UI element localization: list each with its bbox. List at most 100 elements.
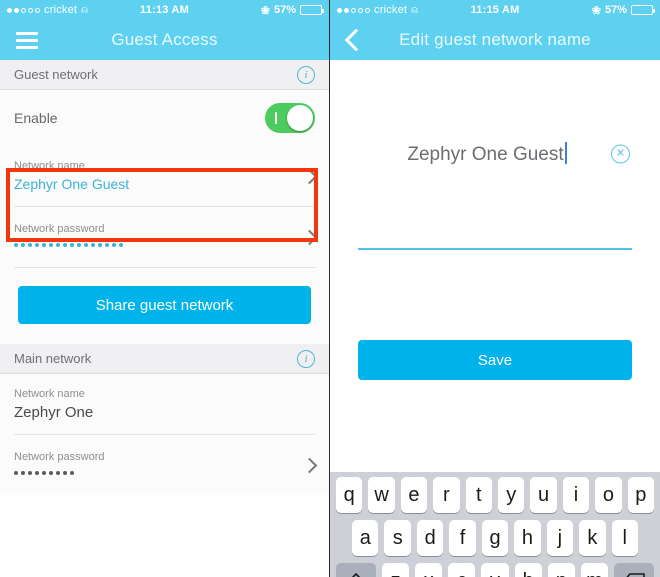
- key-z[interactable]: z: [382, 563, 410, 577]
- signal-strength-icon: [337, 7, 370, 13]
- key-g[interactable]: g: [481, 520, 509, 556]
- right-phone-screen: cricket ⍝ 11:15 AM ❀ 57% Edit guest netw…: [330, 0, 660, 577]
- main-network-name-value: Zephyr One: [14, 403, 94, 421]
- list-divider: [14, 267, 315, 268]
- status-bar-right: ❀ 57%: [591, 4, 655, 17]
- section-header-guest-network: Guest network i: [0, 60, 329, 90]
- network-name-input-wrap[interactable]: Zephyr One Guest ✕: [358, 132, 632, 176]
- status-bar-left: cricket ⍝: [7, 4, 88, 16]
- keyboard-row-2: asdfghjkl: [333, 520, 657, 556]
- key-f[interactable]: f: [449, 520, 476, 556]
- keyboard-row-1: qwertyuiop: [333, 477, 657, 513]
- carrier-label: cricket: [374, 4, 408, 16]
- signal-strength-icon: [7, 7, 40, 13]
- main-network-password-label: Network password: [14, 451, 105, 463]
- guest-name-labels: Network name Zephyr One Guest: [14, 160, 129, 192]
- network-name-input[interactable]: Zephyr One Guest: [358, 142, 632, 166]
- key-q[interactable]: q: [335, 477, 363, 513]
- row-guest-network-password[interactable]: Network password: [0, 207, 329, 267]
- key-r[interactable]: r: [433, 477, 460, 513]
- info-icon[interactable]: i: [297, 349, 315, 368]
- key-i[interactable]: i: [562, 477, 590, 513]
- wifi-icon: ⍝: [81, 3, 88, 16]
- section-title: Guest network: [14, 67, 98, 82]
- key-y[interactable]: y: [498, 477, 525, 513]
- info-icon[interactable]: i: [297, 65, 315, 84]
- key-b[interactable]: b: [514, 563, 542, 577]
- status-bar: cricket ⍝ 11:15 AM ❀ 57%: [330, 0, 660, 20]
- guest-password-masked-value: [14, 239, 123, 251]
- battery-icon: [300, 5, 324, 15]
- main-password-masked-value: [14, 467, 104, 479]
- guest-network-name-value: Zephyr One Guest: [14, 176, 130, 192]
- key-d[interactable]: d: [416, 520, 444, 556]
- hamburger-menu-icon[interactable]: [16, 31, 38, 49]
- key-v[interactable]: v: [481, 563, 509, 577]
- screenshot-stage: cricket ⍝ 11:13 AM ❀ 57% Guest Access Gu…: [0, 0, 660, 577]
- key-c[interactable]: c: [448, 563, 476, 577]
- enable-toggle-switch[interactable]: [265, 103, 315, 133]
- main-name-labels: Network name Zephyr One: [14, 388, 93, 421]
- key-l[interactable]: l: [611, 520, 638, 556]
- back-chevron-icon[interactable]: [344, 28, 368, 52]
- key-x[interactable]: x: [415, 563, 443, 577]
- key-u[interactable]: u: [530, 477, 557, 513]
- key-a[interactable]: a: [352, 520, 379, 556]
- on-screen-keyboard: qwertyuiop asdfghjkl zxcvbnm 123: [330, 472, 660, 577]
- section-title: Main network: [14, 351, 92, 366]
- main-network-list: Network name Zephyr One Network password: [0, 374, 329, 495]
- backspace-key-icon[interactable]: [614, 563, 654, 577]
- guest-network-password-label: Network password: [14, 223, 105, 235]
- left-phone-screen: cricket ⍝ 11:13 AM ❀ 57% Guest Access Gu…: [0, 0, 330, 577]
- section-header-main-network: Main network i: [0, 344, 329, 374]
- bluetooth-icon: ❀: [591, 4, 601, 17]
- guest-network-name-label: Network name: [14, 160, 85, 172]
- chevron-right-icon[interactable]: [301, 457, 318, 473]
- battery-icon: [631, 5, 655, 15]
- page-title: Edit guest network name: [399, 30, 591, 49]
- row-enable-guest-network[interactable]: Enable: [0, 90, 329, 146]
- status-bar-left: cricket ⍝: [337, 4, 418, 16]
- key-o[interactable]: o: [595, 477, 622, 513]
- wifi-icon: ⍝: [411, 3, 418, 16]
- row-main-network-password[interactable]: Network password: [0, 435, 329, 495]
- key-t[interactable]: t: [465, 477, 492, 513]
- save-button[interactable]: Save: [358, 340, 632, 380]
- page-title: Guest Access: [111, 30, 218, 49]
- edit-screen-body: Zephyr One Guest ✕ Save qwertyuiop asdfg…: [330, 132, 660, 577]
- share-guest-network-button[interactable]: Share guest network: [18, 286, 311, 324]
- clear-circle-x-icon[interactable]: ✕: [611, 144, 630, 164]
- enable-label: Enable: [14, 110, 58, 126]
- keyboard-row-3: zxcvbnm: [333, 563, 657, 577]
- keyboard-row-3-letters: zxcvbnm: [379, 563, 611, 577]
- key-h[interactable]: h: [514, 520, 541, 556]
- guest-network-list: Enable Network name Zephyr One Guest Net…: [0, 90, 329, 344]
- input-underline: [358, 248, 632, 250]
- chevron-right-icon[interactable]: [301, 168, 318, 184]
- battery-percent-label: 57%: [604, 4, 627, 16]
- main-network-name-label: Network name: [14, 387, 85, 400]
- nav-bar: Guest Access: [0, 20, 329, 60]
- guest-password-labels: Network password: [14, 223, 123, 251]
- network-name-input-value: Zephyr One Guest: [407, 144, 564, 165]
- chevron-right-icon[interactable]: [301, 229, 318, 245]
- key-n[interactable]: n: [547, 563, 575, 577]
- key-m[interactable]: m: [580, 563, 608, 577]
- key-e[interactable]: e: [400, 477, 428, 513]
- key-p[interactable]: p: [627, 477, 655, 513]
- key-j[interactable]: j: [546, 520, 574, 556]
- main-password-labels: Network password: [14, 451, 104, 479]
- nav-bar: Edit guest network name: [330, 20, 660, 60]
- key-w[interactable]: w: [368, 477, 395, 513]
- shift-key-icon[interactable]: [336, 563, 376, 577]
- battery-percent-label: 57%: [273, 4, 296, 16]
- text-cursor: [564, 142, 567, 164]
- key-s[interactable]: s: [384, 520, 411, 556]
- carrier-label: cricket: [44, 4, 78, 16]
- key-k[interactable]: k: [579, 520, 606, 556]
- status-bar: cricket ⍝ 11:13 AM ❀ 57%: [0, 0, 329, 20]
- row-main-network-name: Network name Zephyr One: [0, 374, 329, 434]
- status-bar-right: ❀ 57%: [261, 4, 324, 17]
- row-guest-network-name[interactable]: Network name Zephyr One Guest: [0, 146, 329, 206]
